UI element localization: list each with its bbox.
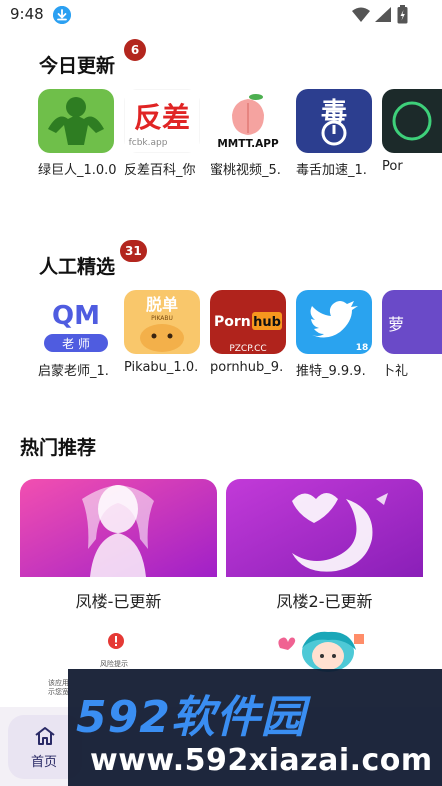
risk-notice-line2: 示您宽 [48,688,69,696]
svg-text:QM: QM [52,301,100,331]
today-updates-row: 绿巨人_1.0.0 反差 fcbk.app 反差百科_你 MMTT.APP 蜜桃… [38,89,442,189]
svg-text:老 师: 老 师 [62,337,90,351]
fenglou2-icon[interactable] [226,479,423,577]
ph-icon: Porn hub PZCP.CC [210,290,286,354]
hot-item-label[interactable]: 凤楼-已更新 [20,588,217,612]
dushe-icon: 毒 [296,89,372,153]
signal-icon [375,7,391,22]
app-name: 反差百科_你 [124,163,196,178]
app-name: 毒舌加速_1. [296,163,367,178]
watermark-url: www.592xiazai.com [90,743,433,778]
peach-icon: MMTT.APP [210,89,286,153]
manual-picks-badge: 31 [120,240,147,262]
svg-text:hub: hub [253,315,281,330]
app-name: pornhub_9. [210,360,284,375]
svg-text:PIKABU: PIKABU [151,315,173,322]
today-updates-title: 今日更新 [39,55,116,77]
fancha-icon: 反差 fcbk.app [124,89,200,153]
battery-icon [397,5,408,24]
app-name: 推特_9.9.9. [296,364,366,379]
hot-title: 热门推荐 [20,437,97,459]
status-time: 9:48 [10,5,44,23]
app-name: 卜礼 [382,364,409,379]
qm-teacher-icon: QM 老 师 [38,290,114,354]
green-hulk-icon [38,89,114,153]
svg-text:萝: 萝 [388,315,404,334]
manual-picks-title: 人工精选 [39,256,116,278]
pikabu-icon: 脱单 PIKABU [124,290,200,354]
dark-app-icon [382,89,442,153]
alert-icon [108,633,124,649]
svg-text:18: 18 [356,343,369,353]
anime-girl-icon[interactable] [270,628,380,673]
svg-text:fcbk.app: fcbk.app [129,138,168,148]
manual-picks-row: QM 老 师 启蒙老师_1. 脱单 PIKABU Pikabu_1.0. Por… [38,290,442,390]
fenglou-icon[interactable] [20,479,217,577]
home-icon [35,727,55,745]
twitter-icon: 18 [296,290,372,354]
wifi-icon [352,7,370,22]
svg-text:Porn: Porn [214,314,251,330]
app-name: 启蒙老师_1. [38,364,109,379]
svg-text:MMTT.APP: MMTT.APP [217,138,279,150]
today-updates-badge: 6 [124,39,146,61]
svg-text:反差: 反差 [134,101,190,134]
app-name: 绿巨人_1.0.0 [38,163,117,178]
purple-app-icon: 萝 [382,290,442,354]
app-name: 蜜桃视频_5. [210,163,281,178]
nav-home-label: 首页 [31,755,58,770]
app-name: Pikabu_1.0. [124,360,199,375]
svg-text:脱单: 脱单 [146,295,178,314]
download-icon [53,6,71,24]
status-bar: 9:48 [0,0,442,30]
risk-notice-title: 风险提示 [100,660,128,668]
app-name: Por [382,159,403,174]
svg-text:PZCP.CC: PZCP.CC [229,344,266,354]
watermark: 592软件园 www.592xiazai.com [68,669,442,786]
hot-item-label[interactable]: 凤楼2-已更新 [226,588,423,612]
watermark-logo: 592软件园 [76,692,306,743]
